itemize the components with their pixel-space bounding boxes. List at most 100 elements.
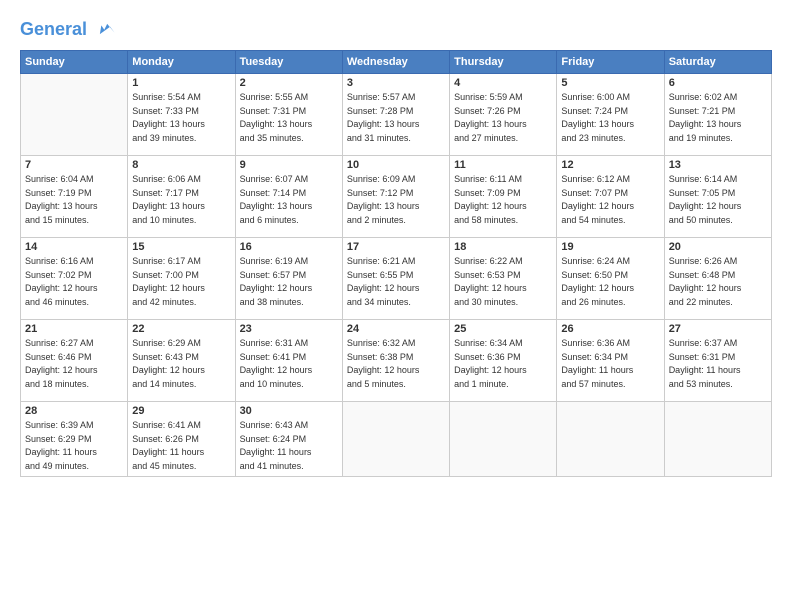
day-info: Sunrise: 6:27 AMSunset: 6:46 PMDaylight:… bbox=[25, 337, 123, 391]
day-info: Sunrise: 5:54 AMSunset: 7:33 PMDaylight:… bbox=[132, 91, 230, 145]
calendar-cell: 26Sunrise: 6:36 AMSunset: 6:34 PMDayligh… bbox=[557, 320, 664, 402]
calendar-cell bbox=[557, 402, 664, 477]
calendar-cell: 29 Sunrise: 6:41 AMSunset: 6:26 PMDayligh… bbox=[128, 402, 235, 477]
day-info: Sunrise: 6:22 AMSunset: 6:53 PMDaylight:… bbox=[454, 255, 552, 309]
day-number: 14 bbox=[25, 241, 123, 253]
day-number: 6 bbox=[669, 77, 767, 89]
day-info: Sunrise: 6:26 AMSunset: 6:48 PMDaylight:… bbox=[669, 255, 767, 309]
day-info: Sunrise: 6:00 AMSunset: 7:24 PMDaylight:… bbox=[561, 91, 659, 145]
day-number: 22 bbox=[132, 323, 230, 335]
day-number: 11 bbox=[454, 159, 552, 171]
day-number: 17 bbox=[347, 241, 445, 253]
calendar-cell: 9 Sunrise: 6:07 AMSunset: 7:14 PMDaylight… bbox=[235, 156, 342, 238]
calendar-table: SundayMondayTuesdayWednesdayThursdayFrid… bbox=[20, 50, 772, 477]
calendar-week-row: 21 Sunrise: 6:27 AMSunset: 6:46 PMDayligh… bbox=[21, 320, 772, 402]
day-number: 29 bbox=[132, 405, 230, 417]
day-info: Sunrise: 6:41 AMSunset: 6:26 PMDaylight:… bbox=[132, 419, 230, 473]
day-number: 20 bbox=[669, 241, 767, 253]
calendar-cell: 2 Sunrise: 5:55 AMSunset: 7:31 PMDaylight… bbox=[235, 74, 342, 156]
calendar-week-row: 1 Sunrise: 5:54 AMSunset: 7:33 PMDaylight… bbox=[21, 74, 772, 156]
day-number: 19 bbox=[561, 241, 659, 253]
day-number: 10 bbox=[347, 159, 445, 171]
calendar-cell: 16Sunrise: 6:19 AMSunset: 6:57 PMDayligh… bbox=[235, 238, 342, 320]
day-number: 4 bbox=[454, 77, 552, 89]
day-number: 3 bbox=[347, 77, 445, 89]
day-number: 8 bbox=[132, 159, 230, 171]
page: General SundayMondayTuesdayWednesdayThur… bbox=[0, 0, 792, 612]
calendar-week-row: 28 Sunrise: 6:39 AMSunset: 6:29 PMDayligh… bbox=[21, 402, 772, 477]
calendar-cell: 14 Sunrise: 6:16 AMSunset: 7:02 PMDayligh… bbox=[21, 238, 128, 320]
col-header-tuesday: Tuesday bbox=[235, 51, 342, 74]
day-number: 9 bbox=[240, 159, 338, 171]
logo-text: General bbox=[20, 20, 116, 40]
day-info: Sunrise: 6:14 AMSunset: 7:05 PMDaylight:… bbox=[669, 173, 767, 227]
day-info: Sunrise: 6:04 AMSunset: 7:19 PMDaylight:… bbox=[25, 173, 123, 227]
day-info: Sunrise: 6:16 AMSunset: 7:02 PMDaylight:… bbox=[25, 255, 123, 309]
calendar-cell: 22 Sunrise: 6:29 AMSunset: 6:43 PMDayligh… bbox=[128, 320, 235, 402]
day-info: Sunrise: 6:37 AMSunset: 6:31 PMDaylight:… bbox=[669, 337, 767, 391]
calendar-cell: 7Sunrise: 6:04 AMSunset: 7:19 PMDaylight… bbox=[21, 156, 128, 238]
day-number: 26 bbox=[561, 323, 659, 335]
day-number: 13 bbox=[669, 159, 767, 171]
day-info: Sunrise: 6:34 AMSunset: 6:36 PMDaylight:… bbox=[454, 337, 552, 391]
calendar-cell: 10 Sunrise: 6:09 AMSunset: 7:12 PMDayligh… bbox=[342, 156, 449, 238]
day-info: Sunrise: 6:07 AMSunset: 7:14 PMDaylight:… bbox=[240, 173, 338, 227]
day-info: Sunrise: 6:12 AMSunset: 7:07 PMDaylight:… bbox=[561, 173, 659, 227]
calendar-cell: 4 Sunrise: 5:59 AMSunset: 7:26 PMDaylight… bbox=[450, 74, 557, 156]
day-info: Sunrise: 5:57 AMSunset: 7:28 PMDaylight:… bbox=[347, 91, 445, 145]
day-number: 24 bbox=[347, 323, 445, 335]
calendar-cell: 18 Sunrise: 6:22 AMSunset: 6:53 PMDayligh… bbox=[450, 238, 557, 320]
col-header-wednesday: Wednesday bbox=[342, 51, 449, 74]
calendar-cell: 1 Sunrise: 5:54 AMSunset: 7:33 PMDaylight… bbox=[128, 74, 235, 156]
col-header-thursday: Thursday bbox=[450, 51, 557, 74]
calendar-cell: 11Sunrise: 6:11 AMSunset: 7:09 PMDayligh… bbox=[450, 156, 557, 238]
day-number: 18 bbox=[454, 241, 552, 253]
day-info: Sunrise: 6:29 AMSunset: 6:43 PMDaylight:… bbox=[132, 337, 230, 391]
day-number: 2 bbox=[240, 77, 338, 89]
calendar-cell: 23 Sunrise: 6:31 AMSunset: 6:41 PMDayligh… bbox=[235, 320, 342, 402]
day-number: 15 bbox=[132, 241, 230, 253]
calendar-cell: 15 Sunrise: 6:17 AMSunset: 7:00 PMDayligh… bbox=[128, 238, 235, 320]
day-info: Sunrise: 6:39 AMSunset: 6:29 PMDaylight:… bbox=[25, 419, 123, 473]
calendar-cell: 5 Sunrise: 6:00 AMSunset: 7:24 PMDaylight… bbox=[557, 74, 664, 156]
day-number: 12 bbox=[561, 159, 659, 171]
calendar-week-row: 14 Sunrise: 6:16 AMSunset: 7:02 PMDayligh… bbox=[21, 238, 772, 320]
calendar-cell: 24 Sunrise: 6:32 AMSunset: 6:38 PMDayligh… bbox=[342, 320, 449, 402]
day-info: Sunrise: 5:59 AMSunset: 7:26 PMDaylight:… bbox=[454, 91, 552, 145]
calendar-week-row: 7Sunrise: 6:04 AMSunset: 7:19 PMDaylight… bbox=[21, 156, 772, 238]
calendar-header-row: SundayMondayTuesdayWednesdayThursdayFrid… bbox=[21, 51, 772, 74]
calendar-cell: 13 Sunrise: 6:14 AMSunset: 7:05 PMDayligh… bbox=[664, 156, 771, 238]
calendar-cell: 12 Sunrise: 6:12 AMSunset: 7:07 PMDayligh… bbox=[557, 156, 664, 238]
day-number: 1 bbox=[132, 77, 230, 89]
calendar-cell: 20 Sunrise: 6:26 AMSunset: 6:48 PMDayligh… bbox=[664, 238, 771, 320]
day-info: Sunrise: 5:55 AMSunset: 7:31 PMDaylight:… bbox=[240, 91, 338, 145]
calendar-cell: 28 Sunrise: 6:39 AMSunset: 6:29 PMDayligh… bbox=[21, 402, 128, 477]
logo: General bbox=[20, 20, 116, 40]
day-number: 23 bbox=[240, 323, 338, 335]
col-header-monday: Monday bbox=[128, 51, 235, 74]
calendar-cell: 27 Sunrise: 6:37 AMSunset: 6:31 PMDayligh… bbox=[664, 320, 771, 402]
day-info: Sunrise: 6:24 AMSunset: 6:50 PMDaylight:… bbox=[561, 255, 659, 309]
day-info: Sunrise: 6:21 AMSunset: 6:55 PMDaylight:… bbox=[347, 255, 445, 309]
day-info: Sunrise: 6:09 AMSunset: 7:12 PMDaylight:… bbox=[347, 173, 445, 227]
calendar-cell: 30Sunrise: 6:43 AMSunset: 6:24 PMDayligh… bbox=[235, 402, 342, 477]
day-number: 25 bbox=[454, 323, 552, 335]
calendar-cell: 8 Sunrise: 6:06 AMSunset: 7:17 PMDaylight… bbox=[128, 156, 235, 238]
day-number: 27 bbox=[669, 323, 767, 335]
day-info: Sunrise: 6:19 AMSunset: 6:57 PMDaylight:… bbox=[240, 255, 338, 309]
calendar-cell bbox=[21, 74, 128, 156]
day-number: 5 bbox=[561, 77, 659, 89]
header: General bbox=[20, 16, 772, 40]
day-number: 28 bbox=[25, 405, 123, 417]
day-info: Sunrise: 6:31 AMSunset: 6:41 PMDaylight:… bbox=[240, 337, 338, 391]
calendar-cell: 21 Sunrise: 6:27 AMSunset: 6:46 PMDayligh… bbox=[21, 320, 128, 402]
calendar-cell: 17 Sunrise: 6:21 AMSunset: 6:55 PMDayligh… bbox=[342, 238, 449, 320]
day-number: 21 bbox=[25, 323, 123, 335]
day-info: Sunrise: 6:06 AMSunset: 7:17 PMDaylight:… bbox=[132, 173, 230, 227]
day-info: Sunrise: 6:32 AMSunset: 6:38 PMDaylight:… bbox=[347, 337, 445, 391]
day-number: 30 bbox=[240, 405, 338, 417]
day-info: Sunrise: 6:17 AMSunset: 7:00 PMDaylight:… bbox=[132, 255, 230, 309]
col-header-friday: Friday bbox=[557, 51, 664, 74]
day-info: Sunrise: 6:02 AMSunset: 7:21 PMDaylight:… bbox=[669, 91, 767, 145]
calendar-cell: 25 Sunrise: 6:34 AMSunset: 6:36 PMDayligh… bbox=[450, 320, 557, 402]
